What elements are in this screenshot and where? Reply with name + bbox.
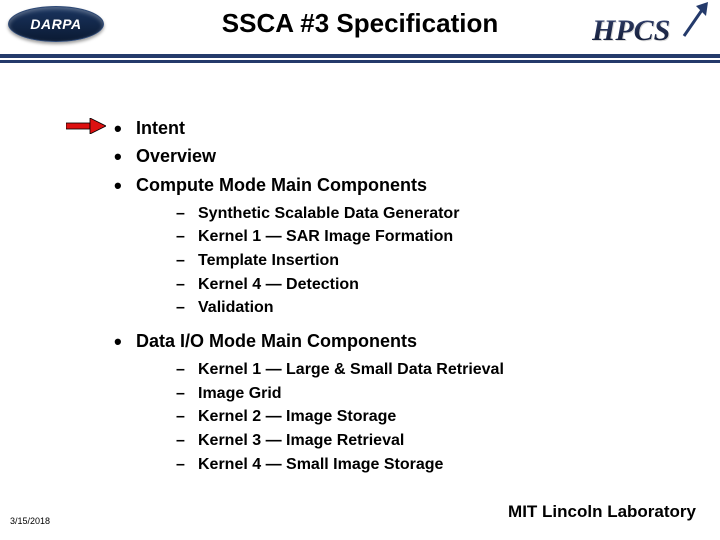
list-item: Kernel 1 — SAR Image Formation [176,226,670,248]
list-item: Kernel 4 — Detection [176,274,670,296]
sub-text: Template Insertion [198,252,339,269]
sub-list: Synthetic Scalable Data Generator Kernel… [176,203,670,319]
sub-text: Validation [198,299,274,316]
sub-list: Kernel 1 — Large & Small Data Retrieval … [176,359,670,475]
sub-text: Kernel 4 — Small Image Storage [198,456,443,473]
sub-text: Kernel 2 — Image Storage [198,408,396,425]
sub-text: Kernel 3 — Image Retrieval [198,432,404,449]
bullet-text: Compute Mode Main Components [136,175,427,195]
hpcs-logo-text: HPCS [592,14,688,48]
arrow-up-right-icon [680,0,710,40]
list-item: Intent [110,116,670,140]
list-item: Template Insertion [176,250,670,272]
list-item: Image Grid [176,383,670,405]
divider-thin [0,60,720,62]
list-item: Data I/O Mode Main Components Kernel 1 —… [110,329,670,475]
bullet-list: Intent Overview Compute Mode Main Compon… [110,116,670,475]
list-item: Compute Mode Main Components Synthetic S… [110,173,670,319]
sub-text: Synthetic Scalable Data Generator [198,205,459,222]
sub-text: Image Grid [198,385,282,402]
sub-text: Kernel 4 — Detection [198,276,359,293]
list-item: Synthetic Scalable Data Generator [176,203,670,225]
footer-date: 3/15/2018 [10,516,50,526]
list-item: Kernel 4 — Small Image Storage [176,454,670,476]
slide: DARPA SSCA #3 Specification HPCS Intent … [0,0,720,540]
sub-text: Kernel 1 — Large & Small Data Retrieval [198,361,504,378]
bullet-text: Overview [136,146,216,166]
list-item: Kernel 3 — Image Retrieval [176,430,670,452]
footer-lab: MIT Lincoln Laboratory [508,502,696,522]
bullet-text: Data I/O Mode Main Components [136,331,417,351]
content: Intent Overview Compute Mode Main Compon… [110,116,670,485]
sub-text: Kernel 1 — SAR Image Formation [198,228,453,245]
pointer-arrow-icon [66,118,106,134]
header: DARPA SSCA #3 Specification HPCS [0,0,720,66]
list-item: Overview [110,144,670,168]
list-item: Kernel 2 — Image Storage [176,406,670,428]
hpcs-logo: HPCS [592,2,712,48]
list-item: Validation [176,297,670,319]
list-item: Kernel 1 — Large & Small Data Retrieval [176,359,670,381]
divider-thick [0,54,720,58]
bullet-text: Intent [136,118,185,138]
